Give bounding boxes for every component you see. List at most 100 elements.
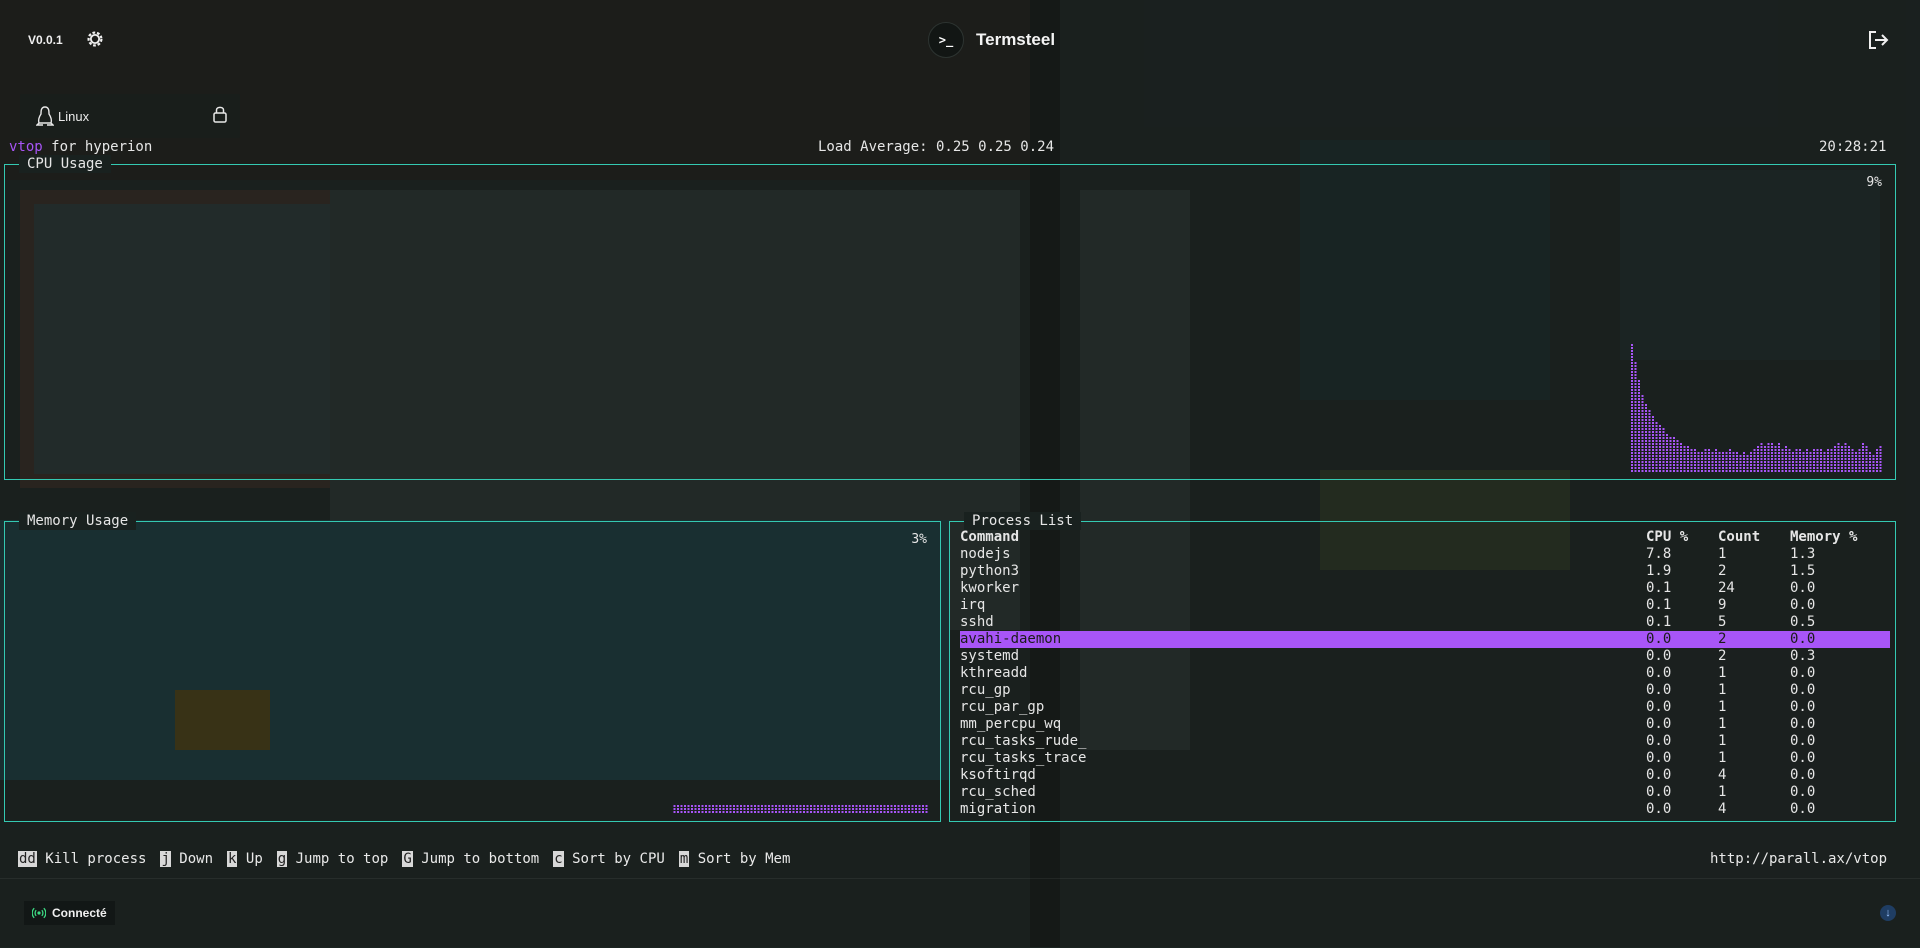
process-row[interactable]: sshd 0.1 5 0.5 xyxy=(960,614,1890,631)
chart-bar xyxy=(852,805,854,813)
chart-bar xyxy=(1704,449,1707,472)
process-row[interactable]: rcu_tasks_rude_ 0.0 1 0.0 xyxy=(960,733,1890,750)
chart-bar xyxy=(1652,416,1654,472)
process-count: 1 xyxy=(1718,750,1727,766)
process-cpu: 0.0 xyxy=(1646,733,1672,749)
chart-bar xyxy=(1725,452,1728,472)
process-row[interactable]: nodejs 7.8 1 1.3 xyxy=(960,546,1890,563)
lock-icon[interactable] xyxy=(212,105,228,123)
chart-bar xyxy=(740,805,742,813)
column-header-memory[interactable]: Memory % xyxy=(1790,529,1890,546)
process-count: 1 xyxy=(1718,682,1727,698)
vtop-host: for hyperion xyxy=(42,139,153,155)
process-panel: Process List Command CPU % Count Memory … xyxy=(949,512,1896,822)
chart-bar xyxy=(1690,449,1693,472)
process-row[interactable]: systemd 0.0 2 0.3 xyxy=(960,648,1890,665)
help-item: g Jump to top xyxy=(276,851,388,867)
chart-bar xyxy=(764,805,767,813)
process-cpu: 0.0 xyxy=(1646,699,1672,715)
process-count: 4 xyxy=(1718,767,1727,783)
process-row[interactable]: avahi-daemon 0.0 2 0.0 xyxy=(960,631,1890,648)
process-memory: 0.0 xyxy=(1790,665,1816,681)
chart-bar xyxy=(1834,446,1836,472)
process-command: ksoftirqd xyxy=(960,767,1036,783)
terminal-logo-icon: >_ xyxy=(928,22,964,58)
process-row[interactable]: migration 0.0 4 0.0 xyxy=(960,801,1890,818)
process-row[interactable]: rcu_gp 0.0 1 0.0 xyxy=(960,682,1890,699)
chart-bar xyxy=(827,805,830,813)
process-count: 9 xyxy=(1718,597,1727,613)
help-item: k Up xyxy=(227,851,263,867)
arrow-down-icon[interactable]: ↓ xyxy=(1880,905,1896,921)
help-label: Sort by CPU xyxy=(563,851,665,867)
connection-status: Connecté xyxy=(24,901,115,925)
vtop-header: vtop for hyperion xyxy=(9,139,152,156)
process-row[interactable]: rcu_sched 0.0 1 0.0 xyxy=(960,784,1890,801)
process-cpu: 0.0 xyxy=(1646,801,1672,817)
process-memory: 1.5 xyxy=(1790,563,1816,579)
chart-bar xyxy=(691,805,693,813)
chart-bar xyxy=(897,805,900,813)
process-row[interactable]: rcu_par_gp 0.0 1 0.0 xyxy=(960,699,1890,716)
chart-bar xyxy=(1739,455,1742,472)
chart-bar xyxy=(1711,452,1714,472)
chart-bar xyxy=(768,805,770,813)
process-memory: 0.0 xyxy=(1790,716,1816,732)
gear-icon[interactable] xyxy=(84,28,106,50)
chart-bar xyxy=(1827,449,1829,472)
chart-bar xyxy=(1872,455,1875,472)
process-row[interactable]: kthreadd 0.0 1 0.0 xyxy=(960,665,1890,682)
chart-bar xyxy=(1771,443,1773,472)
column-header-command[interactable]: Command xyxy=(960,529,1646,546)
process-command: rcu_par_gp xyxy=(960,699,1045,715)
process-row[interactable]: irq 0.1 9 0.0 xyxy=(960,597,1890,614)
process-cpu: 1.9 xyxy=(1646,563,1672,579)
chart-bar xyxy=(778,805,781,813)
process-table-header: Command CPU % Count Memory % xyxy=(960,529,1890,546)
process-command: python3 xyxy=(960,563,1020,579)
chart-bar xyxy=(1760,443,1763,472)
chart-bar xyxy=(1841,446,1843,472)
chart-bar xyxy=(1809,452,1812,472)
help-label: Sort by Mem xyxy=(689,851,791,867)
process-row[interactable]: kworker 0.1 24 0.0 xyxy=(960,580,1890,597)
column-header-cpu[interactable]: CPU % xyxy=(1646,529,1718,546)
chart-bar xyxy=(1802,452,1805,472)
process-cpu: 0.0 xyxy=(1646,631,1718,648)
process-row[interactable]: rcu_tasks_trace 0.0 1 0.0 xyxy=(960,750,1890,767)
vtop-url[interactable]: http://parall.ax/vtop xyxy=(1710,851,1887,867)
help-key: G xyxy=(402,851,413,867)
tab-linux[interactable]: Linux xyxy=(20,94,240,138)
chart-bar xyxy=(1683,446,1686,472)
process-row[interactable]: python3 1.9 2 1.5 xyxy=(960,563,1890,580)
chart-bar xyxy=(911,805,914,813)
process-cpu: 0.0 xyxy=(1646,648,1672,664)
memory-panel: Memory Usage 3% xyxy=(4,512,941,822)
process-count: 1 xyxy=(1718,716,1727,732)
load-average: Load Average: 0.25 0.25 0.24 xyxy=(818,139,1055,155)
chart-bar xyxy=(873,805,875,813)
logout-icon[interactable] xyxy=(1866,28,1890,52)
chart-bar xyxy=(687,805,690,813)
chart-bar xyxy=(677,805,679,813)
chart-bar xyxy=(869,805,872,813)
chart-bar xyxy=(799,805,802,813)
terminal[interactable]: vtop for hyperion Load Average: 0.25 0.2… xyxy=(0,138,1920,878)
help-label: Jump to bottom xyxy=(412,851,540,867)
help-key: g xyxy=(276,851,288,867)
process-row[interactable]: ksoftirqd 0.0 4 0.0 xyxy=(960,767,1890,784)
help-item: dd Kill process xyxy=(18,851,146,867)
help-label: Kill process xyxy=(36,851,147,867)
chart-bar xyxy=(1855,452,1857,472)
app-version: V0.0.1 xyxy=(28,33,63,47)
chart-bar xyxy=(736,805,739,813)
process-row[interactable]: mm_percpu_wq 0.0 1 0.0 xyxy=(960,716,1890,733)
chart-bar xyxy=(1785,446,1787,472)
chart-bar xyxy=(890,805,893,813)
chart-bar xyxy=(761,805,763,813)
help-item: j Down xyxy=(160,851,213,867)
chart-bar xyxy=(1666,434,1668,472)
chart-bar xyxy=(817,805,819,813)
column-header-count[interactable]: Count xyxy=(1718,529,1790,546)
process-count: 5 xyxy=(1718,614,1727,630)
